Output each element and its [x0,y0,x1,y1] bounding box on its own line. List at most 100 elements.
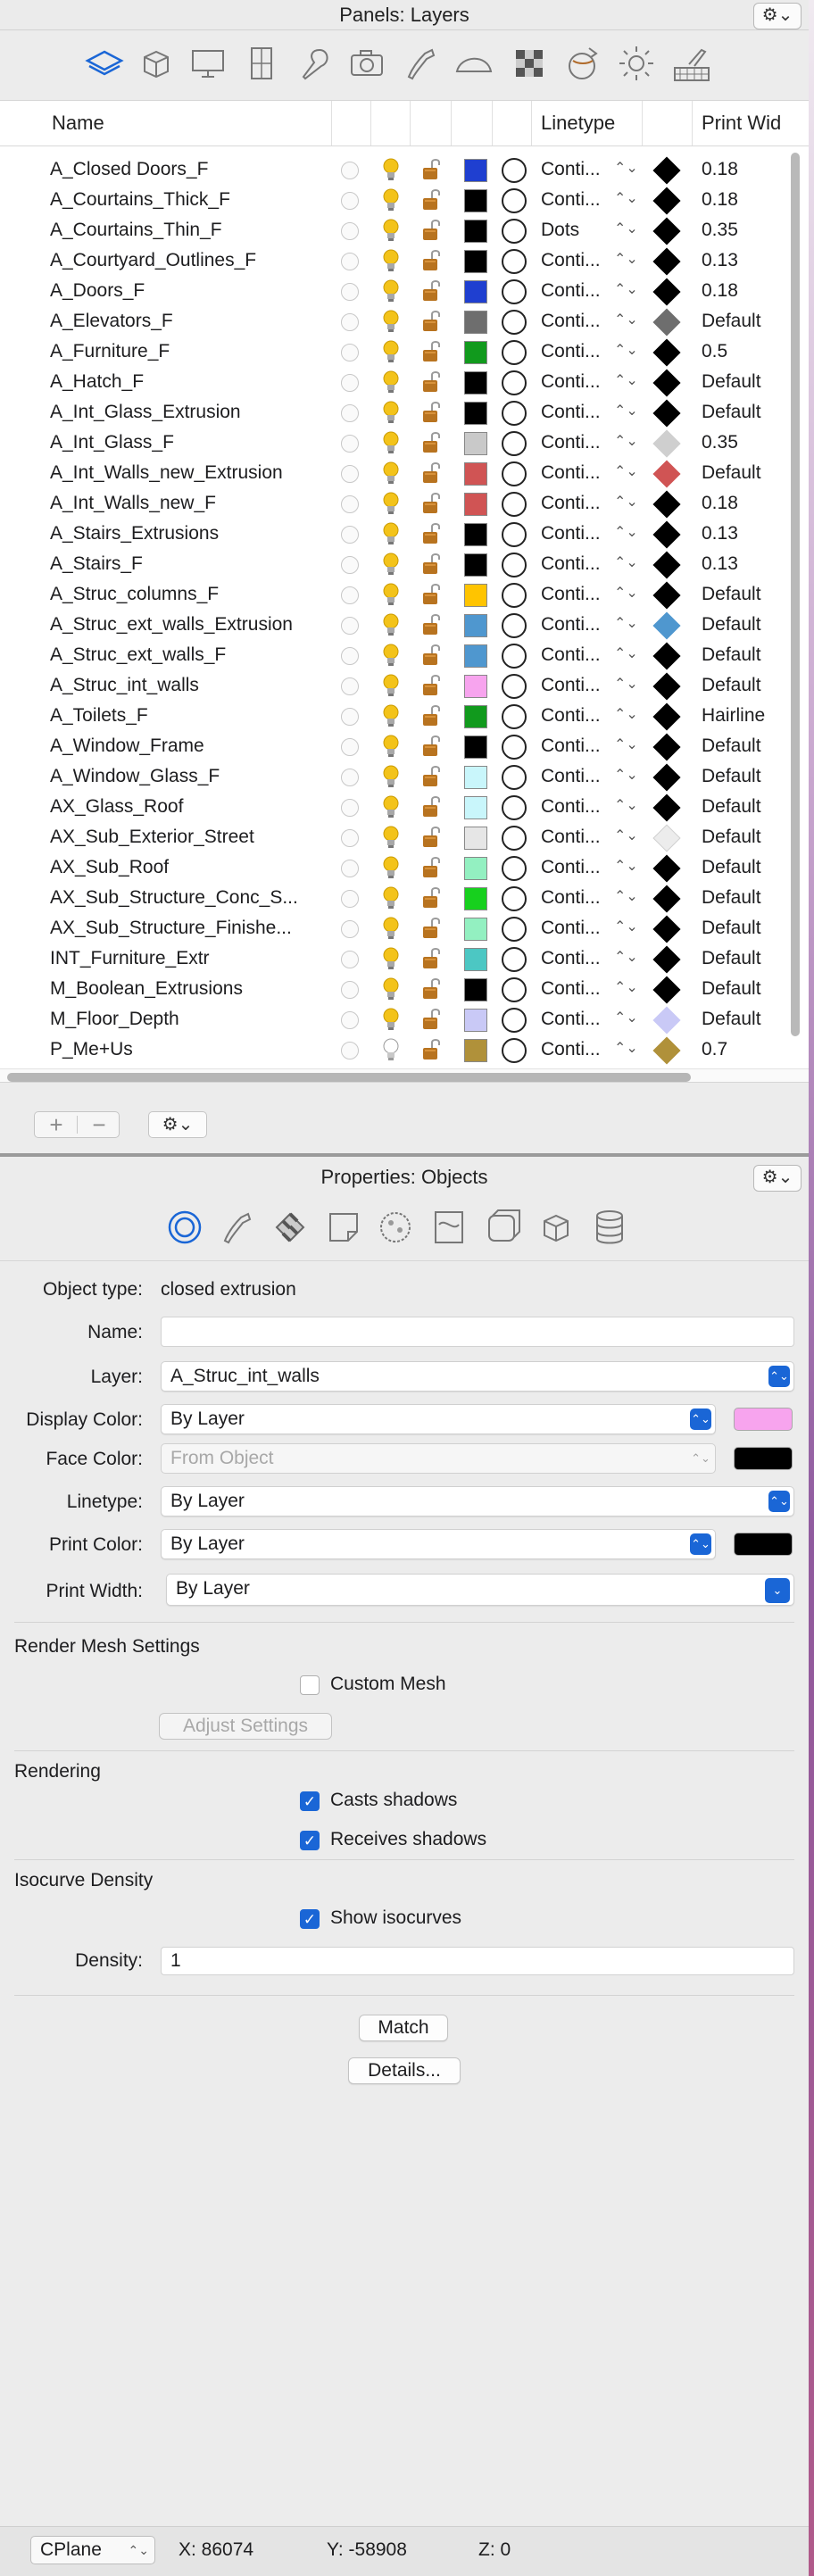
print-width-value[interactable]: Default [702,462,761,484]
unlocked-padlock-icon[interactable] [419,976,444,1001]
lightbulb-on-icon[interactable] [380,430,402,455]
print-width-value[interactable]: 0.35 [702,432,738,453]
material-circle-icon[interactable] [502,310,527,335]
lightbulb-on-icon[interactable] [380,946,402,971]
linetype-value[interactable]: Conti... [541,584,609,605]
layer-row[interactable]: A_Window_Frame Conti... ⌃⌄ Default [0,731,785,761]
layer-row[interactable]: A_Int_Walls_new_Extrusion Conti... ⌃⌄ Defau… [0,458,785,488]
material-circle-icon[interactable] [502,279,527,304]
unlocked-padlock-icon[interactable] [419,552,444,577]
match-button[interactable]: Match [359,2015,448,2041]
dome-shape-icon[interactable] [452,41,496,86]
layer-row[interactable]: A_Stairs_Extrusions Conti... ⌃⌄ 0.13 [0,519,785,549]
current-layer-radio[interactable] [341,829,359,847]
print-color-diamond-icon[interactable] [652,429,681,458]
linetype-value[interactable]: Conti... [541,948,609,969]
layer-row[interactable]: A_Courtains_Thin_F Dots ⌃⌄ 0.35 [0,215,785,245]
linetype-value[interactable]: Conti... [541,1009,609,1030]
current-layer-radio[interactable] [341,313,359,331]
texture-mapping-sphere-icon[interactable] [373,1205,418,1250]
layer-name[interactable]: A_Toilets_F [50,705,148,727]
current-layer-radio[interactable] [341,586,359,604]
material-checker-icon[interactable] [268,1205,312,1250]
layer-color-swatch[interactable] [464,159,487,182]
curve-piping-icon[interactable] [214,1205,259,1250]
lightbulb-on-icon[interactable] [380,794,402,819]
print-color-diamond-icon[interactable] [652,369,681,397]
linetype-value[interactable]: Conti... [541,432,609,453]
material-circle-icon[interactable] [502,583,527,608]
print-color-diamond-icon[interactable] [652,490,681,519]
layer-color-swatch[interactable] [464,493,487,516]
linetype-value[interactable]: Conti... [541,493,609,514]
unlocked-padlock-icon[interactable] [419,309,444,334]
layer-name[interactable]: AX_Sub_Structure_Conc_S... [50,887,298,909]
unlocked-padlock-icon[interactable] [419,612,444,637]
print-color-diamond-icon[interactable] [652,217,681,245]
unlocked-padlock-icon[interactable] [419,491,444,516]
linetype-value[interactable]: Conti... [541,857,609,878]
layer-row[interactable]: INT_Furniture_Extr Conti... ⌃⌄ Default [0,943,785,974]
material-circle-icon[interactable] [502,158,527,183]
layer-name[interactable]: A_Courtains_Thin_F [50,220,222,241]
unlocked-padlock-icon[interactable] [419,400,444,425]
current-layer-radio[interactable] [341,920,359,938]
print-width-value[interactable]: 0.7 [702,1039,727,1060]
layer-name[interactable]: A_Int_Walls_new_Extrusion [50,462,283,484]
linetype-value[interactable]: Conti... [541,614,609,636]
receives-shadows-label[interactable]: Receives shadows [330,1829,486,1850]
print-width-value[interactable]: Hairline [702,705,765,727]
layer-row[interactable]: A_Int_Glass_Extrusion Conti... ⌃⌄ Default [0,397,785,428]
lightbulb-on-icon[interactable] [380,582,402,607]
thickening-stack-icon[interactable] [587,1205,632,1250]
lightbulb-on-icon[interactable] [380,400,402,425]
current-layer-radio[interactable] [341,556,359,574]
environment-sphere-icon[interactable] [561,41,605,86]
linetype-value[interactable]: Conti... [541,189,609,211]
linetype-value[interactable]: Conti... [541,1039,609,1060]
print-width-value[interactable]: 0.13 [702,250,738,271]
lightbulb-on-icon[interactable] [380,734,402,759]
unlocked-padlock-icon[interactable] [419,248,444,273]
material-circle-icon[interactable] [502,917,527,942]
properties-panel-gear-button[interactable]: ⚙︎⌄ [753,1165,802,1192]
layer-row[interactable]: A_Closed Doors_F Conti... ⌃⌄ 0.18 [0,154,785,185]
material-circle-icon[interactable] [502,431,527,456]
current-layer-radio[interactable] [341,1011,359,1029]
print-color-diamond-icon[interactable] [652,247,681,276]
layer-row[interactable]: P_Me+Us Conti... ⌃⌄ 0.7 [0,1035,785,1065]
current-layer-radio[interactable] [341,283,359,301]
lightbulb-on-icon[interactable] [380,1007,402,1032]
layer-name[interactable]: A_Closed Doors_F [50,159,208,180]
layer-row[interactable]: A_Furniture_F Conti... ⌃⌄ 0.5 [0,337,785,367]
layer-color-swatch[interactable] [464,341,487,364]
layer-row[interactable]: AX_Glass_Roof Conti... ⌃⌄ Default [0,792,785,822]
layer-name[interactable]: A_Int_Walls_new_F [50,493,216,514]
density-field[interactable]: 1 [161,1947,794,1975]
current-layer-radio[interactable] [341,738,359,756]
print-color-diamond-icon[interactable] [652,156,681,185]
cube-properties-icon[interactable] [134,41,179,86]
lightbulb-off-icon[interactable] [380,1037,402,1062]
print-width-value[interactable]: Default [702,735,761,757]
lightbulb-on-icon[interactable] [380,491,402,516]
unlocked-padlock-icon[interactable] [419,1007,444,1032]
material-circle-icon[interactable] [502,704,527,729]
layer-select[interactable]: A_Struc_int_walls ⌃⌄ [161,1361,794,1392]
column-header-color[interactable] [452,101,493,145]
layer-name[interactable]: A_Courtyard_Outlines_F [50,250,256,271]
column-header-name[interactable]: Name [43,101,332,145]
print-width-value[interactable]: 0.18 [702,159,738,180]
print-color-diamond-icon[interactable] [652,702,681,731]
lightbulb-on-icon[interactable] [380,218,402,243]
current-layer-radio[interactable] [341,374,359,392]
print-color-diamond-icon[interactable] [652,551,681,579]
print-color-diamond-icon[interactable] [652,915,681,943]
print-width-value[interactable]: Default [702,796,761,818]
details-button[interactable]: Details... [348,2057,461,2084]
linetype-value[interactable]: Conti... [541,918,609,939]
current-layer-radio[interactable] [341,526,359,544]
unlocked-padlock-icon[interactable] [419,339,444,364]
print-width-value[interactable]: 0.13 [702,553,738,575]
lightbulb-on-icon[interactable] [380,461,402,486]
